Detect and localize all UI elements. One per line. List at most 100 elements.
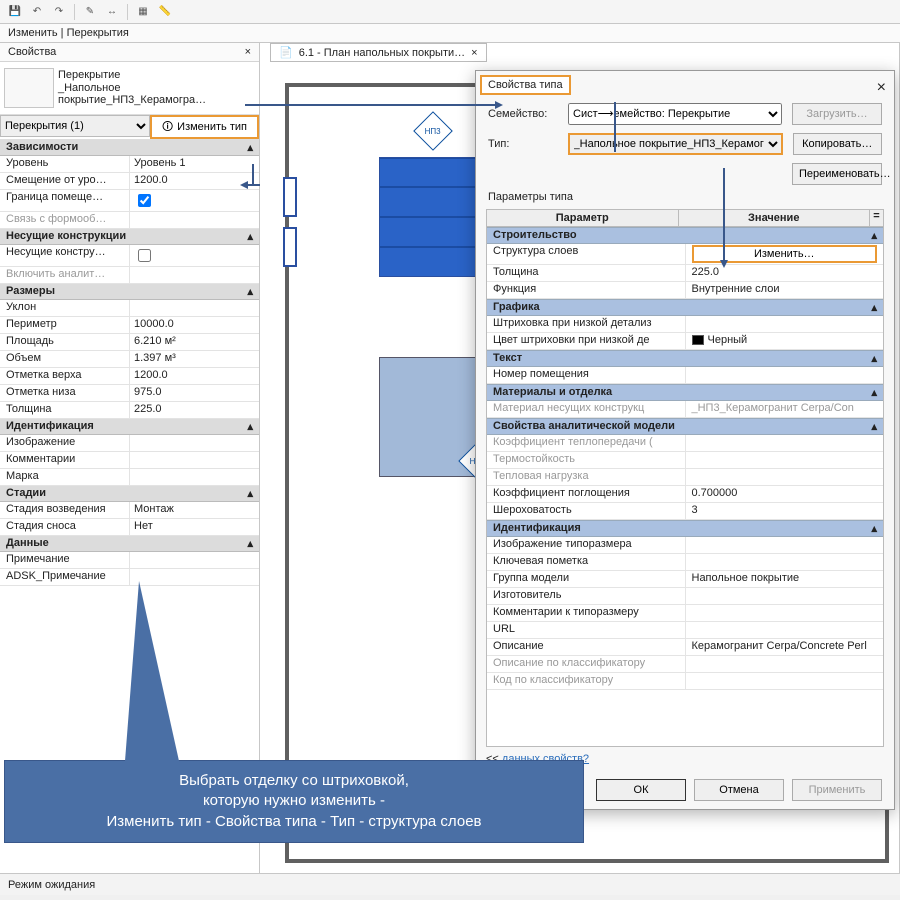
property-group-header[interactable]: Данные▴: [0, 536, 259, 552]
cancel-button[interactable]: Отмена: [694, 779, 784, 801]
rename-button[interactable]: Переименовать…: [792, 163, 882, 185]
section-marker[interactable]: [283, 227, 297, 267]
collapse-icon[interactable]: ▴: [247, 285, 253, 298]
undo-icon[interactable]: ↶: [28, 3, 46, 21]
property-row[interactable]: Уклон: [0, 300, 259, 317]
property-row[interactable]: Отметка верха1200.0: [0, 368, 259, 385]
type-param-row[interactable]: Коэффициент поглощения0.700000: [487, 486, 883, 503]
collapse-icon[interactable]: ▴: [247, 141, 253, 154]
edit-type-icon: 🛈: [162, 118, 173, 137]
load-button[interactable]: Загрузить…: [792, 103, 882, 125]
collapse-icon[interactable]: ▴: [871, 229, 877, 242]
property-group-header[interactable]: Идентификация▴: [0, 419, 259, 435]
property-row[interactable]: Связь с формооб…: [0, 212, 259, 229]
type-param-row[interactable]: Номер помещения: [487, 367, 883, 384]
col-parameter: Параметр: [487, 210, 679, 226]
property-row[interactable]: Примечание: [0, 552, 259, 569]
collapse-icon[interactable]: ▴: [247, 537, 253, 550]
collapse-icon[interactable]: ▴: [247, 420, 253, 433]
checkbox[interactable]: [138, 194, 151, 207]
type-param-row[interactable]: Цвет штриховки при низкой деЧерный: [487, 333, 883, 350]
type-group-header[interactable]: Текст▴: [487, 350, 883, 367]
type-param-row[interactable]: Штриховка при низкой детализ: [487, 316, 883, 333]
col-equals: =: [869, 210, 883, 226]
property-row[interactable]: Стадия сносаНет: [0, 519, 259, 536]
type-group-header[interactable]: Идентификация▴: [487, 520, 883, 537]
floor-tag[interactable]: НП3: [413, 111, 453, 151]
color-swatch: [692, 335, 704, 345]
save-icon[interactable]: 💾: [6, 3, 24, 21]
property-row[interactable]: Периметр10000.0: [0, 317, 259, 334]
edit-structure-button[interactable]: Изменить…: [692, 245, 878, 263]
type-param-row[interactable]: Материал несущих конструкц_НП3_Керамогра…: [487, 401, 883, 418]
collapse-icon[interactable]: ▴: [871, 386, 877, 399]
close-tab-icon[interactable]: ×: [471, 47, 477, 59]
ok-button[interactable]: ОК: [596, 779, 686, 801]
align-icon[interactable]: ↔: [103, 3, 121, 21]
collapse-icon[interactable]: ▴: [247, 230, 253, 243]
type-name-label: Перекрытие _Напольное покрытие_НП3_Керам…: [58, 69, 255, 107]
type-properties-dialog: × Свойства типа Семейство: Сист⟶емейство…: [475, 70, 895, 810]
collapse-icon[interactable]: ▴: [871, 420, 877, 433]
dialog-close-icon[interactable]: ×: [877, 79, 886, 97]
collapse-icon[interactable]: ▴: [871, 522, 877, 535]
property-row[interactable]: Объем1.397 м³: [0, 351, 259, 368]
property-group-header[interactable]: Стадии▴: [0, 486, 259, 502]
property-row[interactable]: Толщина225.0: [0, 402, 259, 419]
property-row[interactable]: Включить аналит…: [0, 267, 259, 284]
collapse-icon[interactable]: ▴: [247, 487, 253, 500]
property-row[interactable]: Площадь6.210 м²: [0, 334, 259, 351]
section-marker[interactable]: [283, 177, 297, 217]
type-group-header[interactable]: Материалы и отделка▴: [487, 384, 883, 401]
property-group-header[interactable]: Зависимости▴: [0, 140, 259, 156]
type-group-header[interactable]: Строительство▴: [487, 227, 883, 244]
type-param-row[interactable]: URL: [487, 622, 883, 639]
property-row[interactable]: Несущие констру…: [0, 245, 259, 267]
property-row[interactable]: Комментарии: [0, 452, 259, 469]
property-row[interactable]: Марка: [0, 469, 259, 486]
type-param-row[interactable]: Толщина225.0: [487, 265, 883, 282]
type-param-row[interactable]: Шероховатость3: [487, 503, 883, 520]
type-group-header[interactable]: Свойства аналитической модели▴: [487, 418, 883, 435]
property-row[interactable]: Граница помеще…: [0, 190, 259, 212]
copy-button[interactable]: Копировать…: [793, 133, 882, 155]
property-row[interactable]: Смещение от уро…1200.0: [0, 173, 259, 190]
grid-icon[interactable]: ▦: [134, 3, 152, 21]
type-param-row[interactable]: Изготовитель: [487, 588, 883, 605]
collapse-icon[interactable]: ▴: [871, 352, 877, 365]
document-tab[interactable]: 📄 6.1 - План напольных покрыти… ×: [270, 43, 487, 62]
checkbox[interactable]: [138, 249, 151, 262]
type-param-row[interactable]: Описание по классификатору: [487, 656, 883, 673]
type-param-row[interactable]: Ключевая пометка: [487, 554, 883, 571]
property-group-header[interactable]: Размеры▴: [0, 284, 259, 300]
instance-selector[interactable]: Перекрытия (1): [0, 115, 150, 137]
tools-icon[interactable]: ✎: [81, 3, 99, 21]
properties-title: Свойства×: [0, 43, 259, 62]
redo-icon[interactable]: ↷: [50, 3, 68, 21]
type-param-row[interactable]: Коэффициент теплопередачи (: [487, 435, 883, 452]
close-icon[interactable]: ×: [245, 46, 251, 58]
dialog-title: Свойства типа: [480, 75, 571, 95]
type-param-row[interactable]: ФункцияВнутренние слои: [487, 282, 883, 299]
family-selector[interactable]: Сист⟶емейство: Перекрытие: [568, 103, 782, 125]
property-row[interactable]: Стадия возведенияМонтаж: [0, 502, 259, 519]
type-param-row[interactable]: Комментарии к типоразмеру: [487, 605, 883, 622]
type-param-row[interactable]: Термостойкость: [487, 452, 883, 469]
type-param-row[interactable]: ОписаниеКерамогранит Cerpa/Concrete Perl: [487, 639, 883, 656]
type-param-row[interactable]: Изображение типоразмера: [487, 537, 883, 554]
type-param-row[interactable]: Группа моделиНапольное покрытие: [487, 571, 883, 588]
type-label: Тип:: [488, 138, 558, 150]
property-row[interactable]: УровеньУровень 1: [0, 156, 259, 173]
type-param-row[interactable]: Тепловая нагрузка: [487, 469, 883, 486]
property-row[interactable]: Изображение: [0, 435, 259, 452]
property-group-header[interactable]: Несущие конструкции▴: [0, 229, 259, 245]
type-selector[interactable]: _Напольное покрытие_НП3_Керамог: [568, 133, 783, 155]
property-row[interactable]: Отметка низа975.0: [0, 385, 259, 402]
measure-icon[interactable]: 📏: [156, 3, 174, 21]
type-param-row[interactable]: Код по классификатору: [487, 673, 883, 690]
edit-type-button[interactable]: 🛈 Изменить тип: [150, 115, 259, 139]
type-group-header[interactable]: Графика▴: [487, 299, 883, 316]
collapse-icon[interactable]: ▴: [871, 301, 877, 314]
type-param-row[interactable]: Структура слоевИзменить…: [487, 244, 883, 265]
apply-button[interactable]: Применить: [792, 779, 882, 801]
